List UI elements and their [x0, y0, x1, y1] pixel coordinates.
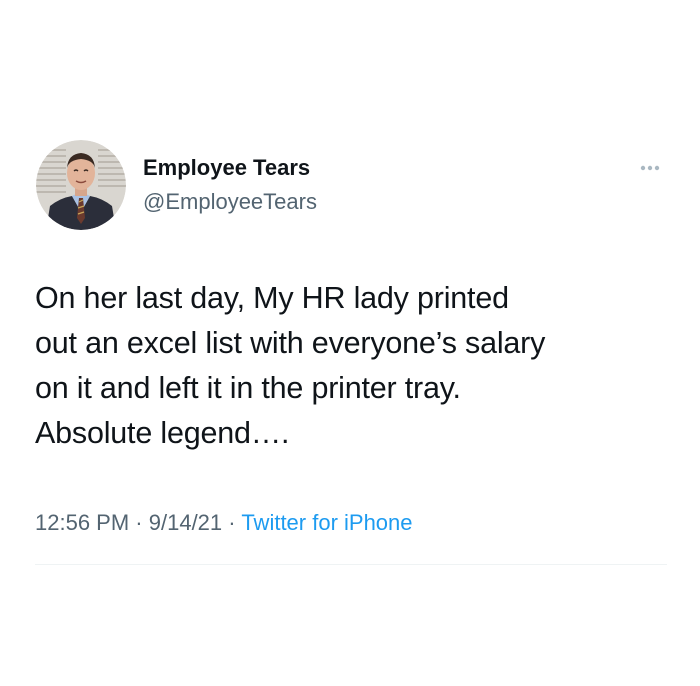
avatar-photo-icon: [36, 140, 126, 230]
meta-separator: ·: [135, 510, 143, 535]
author-avatar[interactable]: [36, 140, 126, 230]
tweet-text: On her last day, My HR lady printed out …: [35, 281, 546, 450]
tweet-metadata: 12:56 PM · 9/14/21 · Twitter for iPhone: [35, 510, 413, 536]
tweet-date[interactable]: 9/14/21: [149, 510, 222, 535]
tweet-source-link[interactable]: Twitter for iPhone: [241, 510, 412, 535]
tweet-time[interactable]: 12:56 PM: [35, 510, 129, 535]
meta-separator: ·: [228, 510, 236, 535]
author-handle[interactable]: @EmployeeTears: [143, 189, 317, 215]
tweet-card: Employee Tears @EmployeeTears On her las…: [0, 0, 700, 686]
author-display-name[interactable]: Employee Tears: [143, 155, 310, 181]
divider: [35, 564, 667, 565]
more-options-icon[interactable]: [636, 161, 664, 175]
